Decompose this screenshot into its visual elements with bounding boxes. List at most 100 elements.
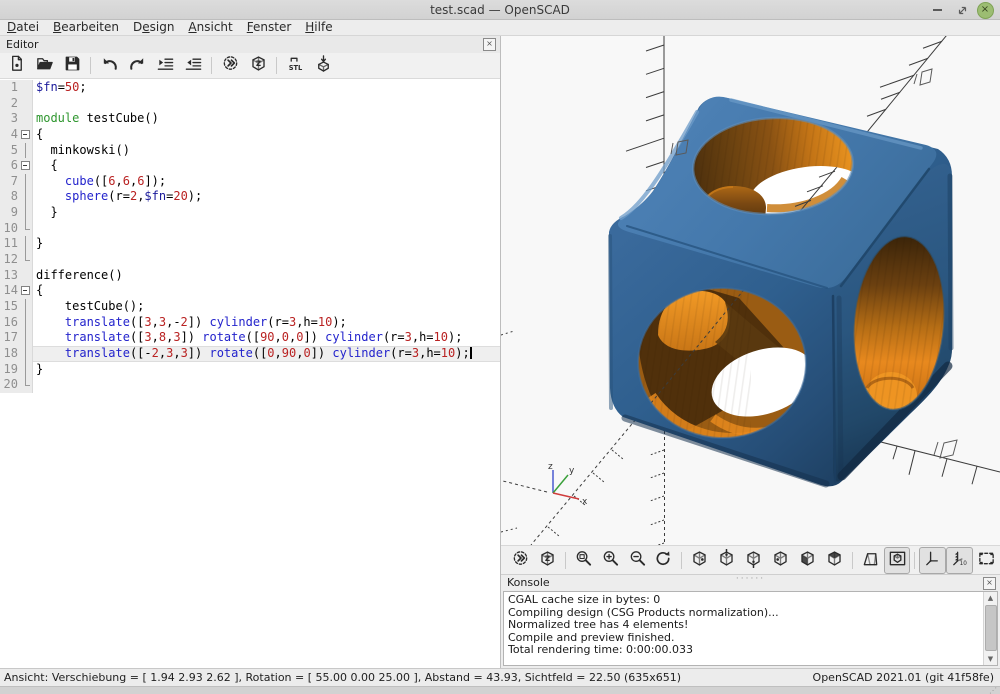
3d-viewport[interactable]: z y x — [501, 36, 1000, 545]
minimize-button[interactable] — [928, 2, 946, 18]
perspective-icon — [861, 549, 880, 572]
line-number: 3 — [0, 111, 20, 127]
redo-button[interactable] — [123, 53, 151, 79]
code-text: } — [33, 362, 43, 378]
code-text: translate([3,8,3]) rotate([90,0,0]) cyli… — [33, 330, 462, 346]
view-all-icon — [977, 549, 996, 572]
zoom-out-button[interactable] — [624, 547, 651, 574]
console-close-icon[interactable]: × — [983, 577, 996, 590]
view-all-button[interactable] — [973, 547, 1000, 574]
code-line[interactable]: 20 — [0, 377, 500, 393]
code-text: { — [33, 283, 43, 299]
undo-button[interactable] — [95, 53, 123, 79]
line-number: 2 — [0, 96, 20, 112]
code-text — [33, 377, 36, 393]
code-line[interactable]: 2 — [0, 96, 500, 112]
status-view-info: Ansicht: Verschiebung = [ 1.94 2.93 2.62… — [4, 671, 681, 684]
render-button[interactable] — [244, 53, 272, 79]
fold-column — [20, 205, 33, 221]
reset-view-button[interactable] — [650, 547, 677, 574]
code-line[interactable]: 6 { — [0, 158, 500, 174]
window-bottom-edge: ⋰ — [0, 686, 1000, 694]
zoom-in-button[interactable] — [597, 547, 624, 574]
render-button[interactable] — [534, 547, 561, 574]
code-text: sphere(r=2,$fn=20); — [33, 189, 202, 205]
code-line[interactable]: 17 translate([3,8,3]) rotate([90,0,0]) c… — [0, 330, 500, 346]
maximize-button[interactable] — [953, 2, 971, 18]
code-line[interactable]: 10 — [0, 221, 500, 237]
console-scrollbar[interactable]: ▲ ▼ — [983, 592, 997, 665]
code-editor[interactable]: 1$fn=50;23module testCube()4{5 minkowski… — [0, 80, 500, 668]
fold-marker-icon[interactable] — [20, 127, 33, 143]
zoom-all-button[interactable] — [570, 547, 597, 574]
code-line[interactable]: 15 testCube(); — [0, 299, 500, 315]
line-number: 16 — [0, 315, 20, 331]
code-line[interactable]: 8 sphere(r=2,$fn=20); — [0, 189, 500, 205]
code-line[interactable]: 1$fn=50; — [0, 80, 500, 96]
resize-grip[interactable]: ⋰ — [989, 688, 998, 693]
code-line[interactable]: 9 } — [0, 205, 500, 221]
fold-column — [20, 96, 33, 112]
scroll-down-icon[interactable]: ▼ — [984, 653, 997, 665]
preview-button[interactable] — [216, 53, 244, 79]
show-axes-button[interactable] — [919, 547, 946, 574]
scroll-up-icon[interactable]: ▲ — [984, 592, 997, 604]
view-bottom-button[interactable] — [740, 547, 767, 574]
new-file-button[interactable] — [2, 53, 30, 79]
line-number: 9 — [0, 205, 20, 221]
editor-close-icon[interactable]: × — [483, 38, 496, 51]
show-axes-icon — [923, 549, 942, 572]
code-text: translate([3,3,-2]) cylinder(r=3,h=10); — [33, 315, 347, 331]
indent-button[interactable] — [179, 53, 207, 79]
code-line[interactable]: 19} — [0, 362, 500, 378]
view-back-button[interactable] — [821, 547, 848, 574]
orthographic-button[interactable] — [884, 547, 911, 574]
code-line[interactable]: 14{ — [0, 283, 500, 299]
fold-marker-icon[interactable] — [20, 158, 33, 174]
code-line[interactable]: 5 minkowski() — [0, 143, 500, 159]
code-text: cube([6,6,6]); — [33, 174, 166, 190]
indent-icon — [184, 54, 203, 77]
scrollbar-thumb[interactable] — [985, 605, 997, 651]
fold-marker-icon[interactable] — [20, 283, 33, 299]
view-front-icon — [798, 549, 817, 572]
view-right-button[interactable] — [686, 547, 713, 574]
splitter-handle[interactable]: ······ — [736, 574, 765, 584]
console-line: Total rendering time: 0:00:00.033 — [508, 644, 993, 657]
print-3d-button[interactable] — [309, 53, 337, 79]
toolbar-separator — [681, 552, 682, 569]
toolbar-separator — [211, 57, 212, 74]
code-line[interactable]: 18 translate([-2,3,3]) rotate([0,90,0]) … — [0, 346, 500, 362]
unindent-button[interactable] — [151, 53, 179, 79]
code-line[interactable]: 3module testCube() — [0, 111, 500, 127]
toolbar-separator — [276, 57, 277, 74]
export-stl-button[interactable]: STL — [281, 53, 309, 79]
code-line[interactable]: 16 translate([3,3,-2]) cylinder(r=3,h=10… — [0, 315, 500, 331]
line-number: 6 — [0, 158, 20, 174]
save-button[interactable] — [58, 53, 86, 79]
menu-item-hilfe[interactable]: Hilfe — [298, 20, 339, 36]
maximize-icon — [957, 5, 968, 16]
close-button[interactable]: × — [976, 2, 994, 18]
code-line[interactable]: 4{ — [0, 127, 500, 143]
view-top-button[interactable] — [713, 547, 740, 574]
menu-item-bearbeiten[interactable]: Bearbeiten — [46, 20, 126, 36]
open-button[interactable] — [30, 53, 58, 79]
menu-item-ansicht[interactable]: Ansicht — [181, 20, 239, 36]
menu-item-fenster[interactable]: Fenster — [240, 20, 299, 36]
code-line[interactable]: 11} — [0, 236, 500, 252]
preview-button[interactable] — [507, 547, 534, 574]
zoom-out-icon — [628, 549, 647, 572]
code-line[interactable]: 13difference() — [0, 268, 500, 284]
view-left-icon — [771, 549, 790, 572]
perspective-button[interactable] — [857, 547, 884, 574]
menu-item-datei[interactable]: Datei — [0, 20, 46, 36]
view-left-button[interactable] — [767, 547, 794, 574]
code-line[interactable]: 12 — [0, 252, 500, 268]
code-text: } — [33, 205, 58, 221]
code-line[interactable]: 7 cube([6,6,6]); — [0, 174, 500, 190]
status-version: OpenSCAD 2021.01 (git 41f58fe) — [813, 671, 994, 684]
show-scale-button[interactable]: 10 — [946, 547, 973, 574]
view-front-button[interactable] — [794, 547, 821, 574]
menu-item-design[interactable]: Design — [126, 20, 181, 36]
